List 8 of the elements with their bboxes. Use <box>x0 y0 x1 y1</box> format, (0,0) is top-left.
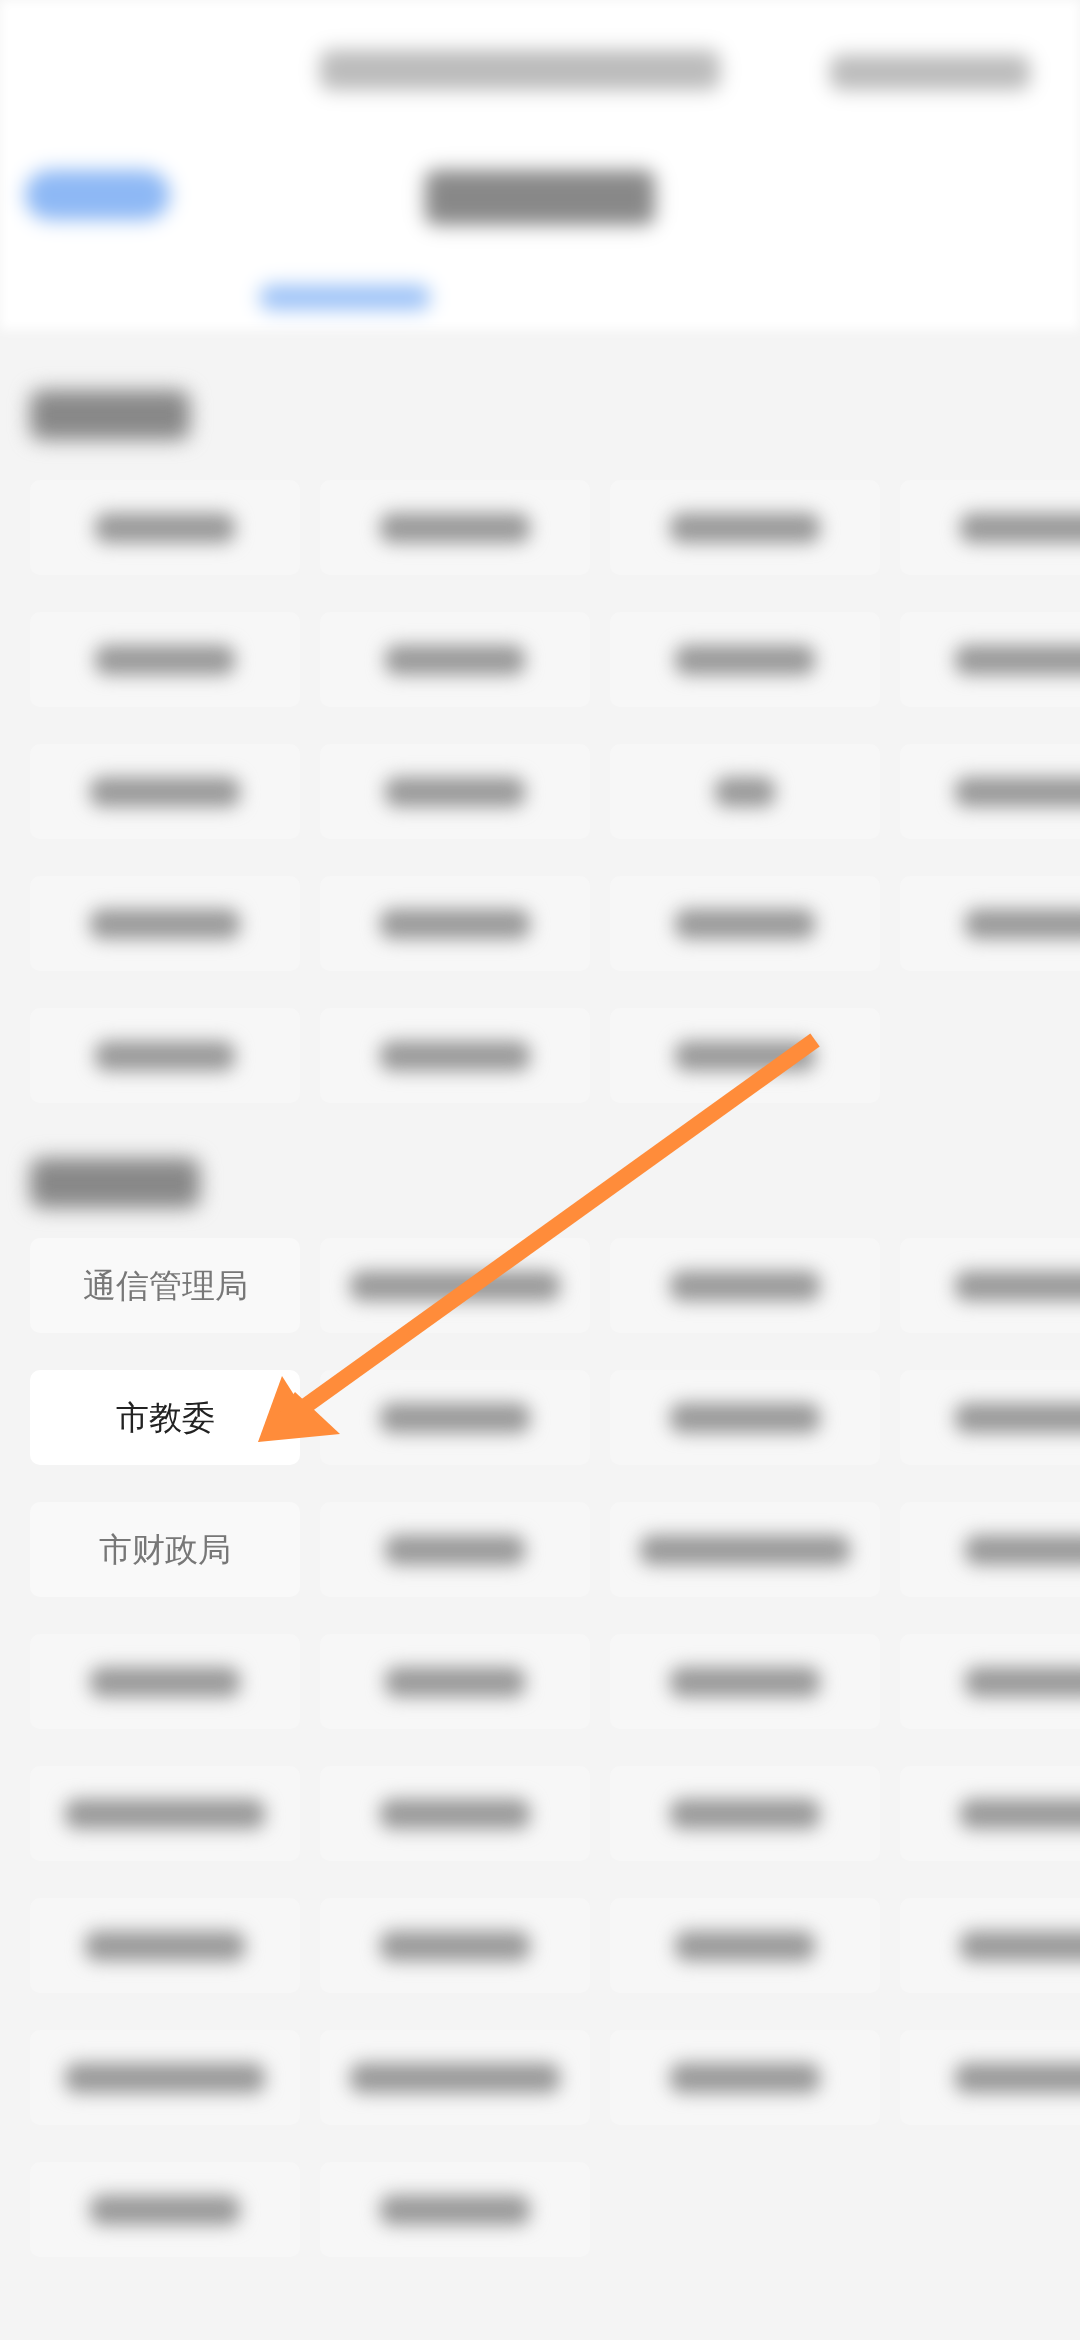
blurred-tab[interactable] <box>260 285 430 310</box>
department-tile[interactable]: 市教委 <box>30 1370 300 1465</box>
department-name: 通信管理局 <box>82 1264 248 1307</box>
blurred-back-button[interactable] <box>25 170 170 220</box>
department-name: 市教委 <box>115 1396 215 1439</box>
department-name: 市财政局 <box>99 1528 231 1571</box>
department-tile[interactable]: 通信管理局 <box>30 1238 300 1333</box>
department-tile[interactable]: 市财政局 <box>30 1502 300 1597</box>
